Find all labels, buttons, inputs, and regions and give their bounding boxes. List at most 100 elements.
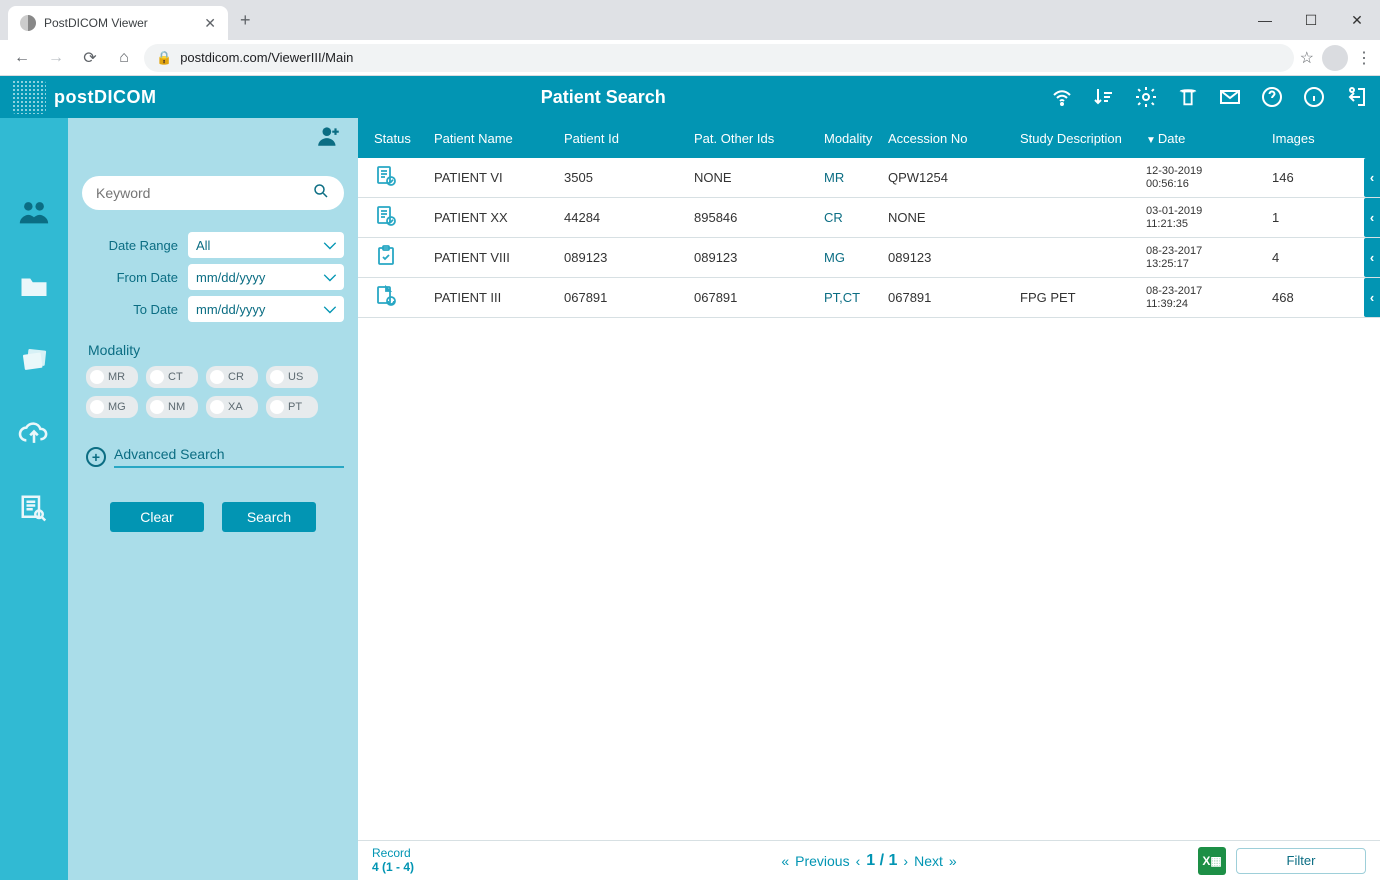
info-icon[interactable] xyxy=(1302,85,1326,109)
pager-next-icon[interactable]: › xyxy=(903,853,908,869)
advanced-search-label[interactable]: Advanced Search xyxy=(114,446,344,468)
table-row[interactable]: PATIENT XX44284895846CRNONE03-01-201911:… xyxy=(358,198,1380,238)
table-row[interactable]: PATIENT III067891067891PT,CT067891FPG PE… xyxy=(358,278,1380,318)
row-expand-icon[interactable]: ‹ xyxy=(1364,278,1380,317)
exit-icon[interactable] xyxy=(1344,85,1368,109)
wifi-icon[interactable] xyxy=(1050,85,1074,109)
mail-icon[interactable] xyxy=(1218,85,1242,109)
nav-studies-icon[interactable] xyxy=(16,342,52,378)
th-patient-id[interactable]: Patient Id xyxy=(558,131,688,146)
nav-forward-button[interactable]: → xyxy=(42,44,70,72)
nav-home-button[interactable]: ⌂ xyxy=(110,44,138,72)
nav-reload-button[interactable]: ⟳ xyxy=(76,44,104,72)
date-range-select[interactable]: All⌵ xyxy=(188,232,344,258)
row-expand-icon[interactable]: ‹ xyxy=(1364,238,1380,277)
cell-patient-id: 44284 xyxy=(558,210,688,225)
browser-menu-icon[interactable]: ⋮ xyxy=(1356,48,1372,68)
modality-chip-label: MR xyxy=(108,371,125,383)
filter-button[interactable]: Filter xyxy=(1236,848,1366,874)
cell-status-icon xyxy=(368,244,428,271)
modality-chip-xa[interactable]: XA xyxy=(206,396,258,418)
table-row[interactable]: PATIENT VI3505NONEMRQPW125412-30-201900:… xyxy=(358,158,1380,198)
record-range: 4 (1 - 4) xyxy=(372,861,414,875)
modality-chip-label: CR xyxy=(228,371,244,383)
th-status[interactable]: Status xyxy=(368,131,428,146)
radio-dot-icon xyxy=(90,370,104,384)
modality-chip-nm[interactable]: NM xyxy=(146,396,198,418)
pager-prev-button[interactable]: Previous xyxy=(795,853,849,869)
radio-dot-icon xyxy=(150,400,164,414)
url-field[interactable]: 🔒 postdicom.com/ViewerIII/Main xyxy=(144,44,1294,72)
nav-back-button[interactable]: ← xyxy=(8,44,36,72)
nav-rail xyxy=(0,118,68,880)
date-range-value: All xyxy=(196,238,210,253)
sort-icon[interactable] xyxy=(1092,85,1116,109)
clear-button[interactable]: Clear xyxy=(110,502,204,532)
keyword-search[interactable] xyxy=(82,176,344,210)
th-date[interactable]: ▼Date xyxy=(1140,131,1266,146)
row-expand-icon[interactable]: ‹ xyxy=(1364,198,1380,237)
to-date-input[interactable]: mm/dd/yyyy⌵ xyxy=(188,296,344,322)
pager-first-icon[interactable]: « xyxy=(781,853,789,869)
nav-folder-icon[interactable] xyxy=(16,268,52,304)
modality-chip-us[interactable]: US xyxy=(266,366,318,388)
nav-report-search-icon[interactable] xyxy=(16,490,52,526)
row-expand-icon[interactable]: ‹ xyxy=(1364,158,1380,197)
record-label: Record xyxy=(372,847,414,861)
table-row[interactable]: PATIENT VIII089123089123MG08912308-23-20… xyxy=(358,238,1380,278)
browser-tab[interactable]: PostDICOM Viewer ✕ xyxy=(8,6,228,40)
chevron-down-icon: ⌵ xyxy=(324,268,336,286)
search-button[interactable]: Search xyxy=(222,502,316,532)
pager-next-button[interactable]: Next xyxy=(914,853,943,869)
expand-advanced-icon[interactable]: + xyxy=(86,447,106,467)
modality-chip-mg[interactable]: MG xyxy=(86,396,138,418)
to-date-value: mm/dd/yyyy xyxy=(196,302,265,317)
cell-date: 08-23-201711:39:24 xyxy=(1140,285,1266,309)
th-patient-name[interactable]: Patient Name xyxy=(428,131,558,146)
cell-patient-id: 089123 xyxy=(558,250,688,265)
new-tab-button[interactable]: + xyxy=(240,10,251,31)
tab-title: PostDICOM Viewer xyxy=(44,16,204,30)
th-study-description[interactable]: Study Description xyxy=(1014,131,1140,146)
nav-patients-icon[interactable] xyxy=(16,194,52,230)
window-minimize-button[interactable]: — xyxy=(1242,0,1288,40)
settings-gear-icon[interactable] xyxy=(1134,85,1158,109)
bookmark-star-icon[interactable]: ☆ xyxy=(1300,48,1314,68)
th-modality[interactable]: Modality xyxy=(818,131,882,146)
add-patient-icon[interactable] xyxy=(316,124,342,153)
search-icon[interactable] xyxy=(312,182,330,205)
modality-chip-label: PT xyxy=(288,401,302,413)
tab-close-icon[interactable]: ✕ xyxy=(204,15,216,32)
window-close-button[interactable]: ✕ xyxy=(1334,0,1380,40)
lock-icon: 🔒 xyxy=(156,50,172,66)
results-header-row: Status Patient Name Patient Id Pat. Othe… xyxy=(358,118,1380,158)
pager-last-icon[interactable]: » xyxy=(949,853,957,869)
modality-chip-mr[interactable]: MR xyxy=(86,366,138,388)
th-other-ids[interactable]: Pat. Other Ids xyxy=(688,131,818,146)
nav-upload-icon[interactable] xyxy=(16,416,52,452)
cell-other-ids: NONE xyxy=(688,170,818,185)
modality-chip-label: CT xyxy=(168,371,183,383)
cell-accession: QPW1254 xyxy=(882,170,1014,185)
help-icon[interactable] xyxy=(1260,85,1284,109)
modality-chip-ct[interactable]: CT xyxy=(146,366,198,388)
brand-text-bold: DICOM xyxy=(94,87,157,107)
cell-accession: NONE xyxy=(882,210,1014,225)
trash-icon[interactable] xyxy=(1176,85,1200,109)
window-maximize-button[interactable]: ☐ xyxy=(1288,0,1334,40)
from-date-input[interactable]: mm/dd/yyyy⌵ xyxy=(188,264,344,290)
keyword-input[interactable] xyxy=(96,185,312,201)
favicon-icon xyxy=(20,15,36,31)
profile-avatar-icon[interactable] xyxy=(1322,45,1348,71)
modality-chip-cr[interactable]: CR xyxy=(206,366,258,388)
th-images[interactable]: Images xyxy=(1266,131,1346,146)
export-excel-icon[interactable]: X▦ xyxy=(1198,847,1226,875)
pager-current: 1 xyxy=(866,852,875,869)
th-accession[interactable]: Accession No xyxy=(882,131,1014,146)
app-logo[interactable]: postDICOM xyxy=(12,80,157,114)
pager-prev-icon[interactable]: ‹ xyxy=(856,853,861,869)
cell-images: 1 xyxy=(1266,210,1346,225)
cell-accession: 067891 xyxy=(882,290,1014,305)
modality-chip-pt[interactable]: PT xyxy=(266,396,318,418)
cell-study-description: FPG PET xyxy=(1014,290,1140,305)
